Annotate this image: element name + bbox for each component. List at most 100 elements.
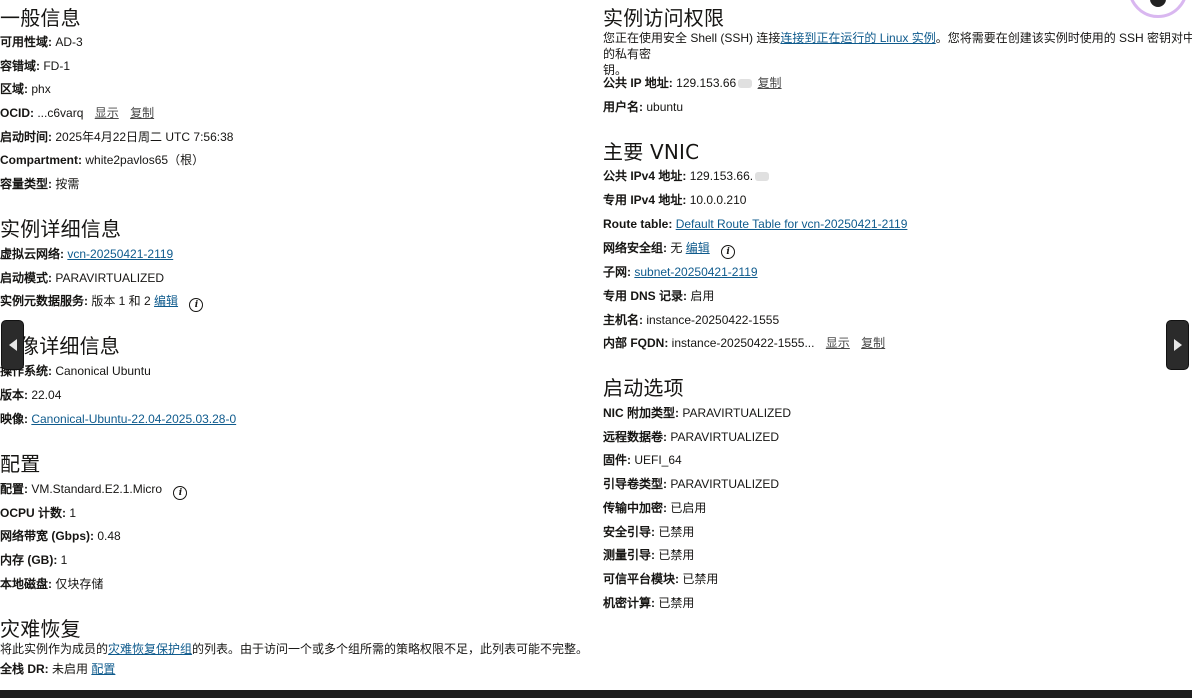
fault-domain-label: 容错域:: [0, 59, 40, 73]
os-value: Canonical Ubuntu: [55, 364, 151, 378]
bandwidth-row: 网络带宽 (Gbps): 0.48: [0, 528, 121, 544]
private-dns-label: 专用 DNS 记录:: [603, 289, 688, 303]
nic-attachment-value: PARAVIRTUALIZED: [682, 406, 792, 420]
nsg-value: 无: [670, 241, 683, 255]
shape-row: 配置: VM.Standard.E2.1.Micro i: [0, 481, 188, 500]
vcn-link[interactable]: vcn-20250421-2119: [67, 247, 173, 261]
fsdr-row: 全栈 DR: 未启用 配置: [0, 661, 115, 677]
info-icon[interactable]: i: [721, 245, 736, 259]
fqdn-row: 内部 FQDN: instance-20250422-1555... 显示 复制: [603, 335, 885, 351]
private-ipv4-value: 10.0.0.210: [689, 193, 747, 207]
nsg-label: 网络安全组:: [603, 241, 667, 255]
memory-row: 内存 (GB): 1: [0, 552, 67, 568]
availability-domain-row: 可用性域: AD-3: [0, 34, 83, 50]
public-ipv4-row: 公共 IPv4 地址: 129.153.66.: [603, 168, 771, 184]
metadata-service-row: 实例元数据服务: 版本 1 和 2 编辑 i: [0, 293, 204, 312]
measured-boot-label: 测量引导:: [603, 548, 655, 562]
public-ip-row: 公共 IP 地址: 129.153.66 复制: [603, 75, 782, 91]
private-ipv4-row: 专用 IPv4 地址: 10.0.0.210: [603, 192, 746, 208]
capacity-value: 按需: [55, 177, 80, 191]
launched-value: 2025年4月22日周二 UTC 7:56:38: [55, 130, 234, 144]
fault-domain-row: 容错域: FD-1: [0, 58, 70, 74]
tpm-label: 可信平台模块:: [603, 572, 679, 586]
ocid-row: OCID: ...c6varq 显示 复制: [0, 105, 154, 121]
primary-vnic-heading: 主要 VNIC: [603, 140, 700, 164]
fault-domain-value: FD-1: [43, 59, 71, 73]
dr-protection-group-link[interactable]: 灾难恢复保护组: [108, 642, 192, 656]
shape-label: 配置:: [0, 482, 28, 496]
boot-volume-label: 引导卷类型:: [603, 477, 667, 491]
bandwidth-value: 0.48: [97, 529, 121, 543]
vcn-label: 虚拟云网络:: [0, 247, 64, 261]
metadata-service-label: 实例元数据服务:: [0, 294, 88, 308]
ocid-copy-link[interactable]: 复制: [130, 106, 154, 120]
private-ipv4-label: 专用 IPv4 地址:: [603, 193, 687, 207]
ocid-show-link[interactable]: 显示: [95, 106, 119, 120]
compartment-value: white2pavlos65（根）: [85, 153, 205, 167]
subnet-label: 子网:: [603, 265, 631, 279]
secure-boot-label: 安全引导:: [603, 525, 655, 539]
dr-description: 将此实例作为成员的灾难恢复保护组的列表。由于访问一个或多个组所需的策略权限不足，…: [0, 641, 588, 657]
boot-volume-value: PARAVIRTUALIZED: [670, 477, 780, 491]
availability-domain-label: 可用性域:: [0, 35, 52, 49]
next-button[interactable]: [1166, 320, 1189, 370]
info-icon[interactable]: i: [189, 298, 204, 312]
private-dns-value: 启用: [690, 289, 715, 303]
in-transit-value: 已启用: [670, 501, 707, 515]
tpm-value: 已禁用: [682, 572, 719, 586]
fqdn-value: instance-20250422-1555...: [671, 336, 815, 350]
image-row: 映像: Canonical-Ubuntu-22.04-2025.03.28-0: [0, 411, 236, 427]
ocpu-value: 1: [69, 506, 77, 520]
route-table-row: Route table: Default Route Table for vcn…: [603, 216, 907, 232]
subnet-link[interactable]: subnet-20250421-2119: [634, 265, 757, 279]
subnet-row: 子网: subnet-20250421-2119: [603, 264, 758, 280]
fsdr-label: 全栈 DR:: [0, 662, 49, 676]
metadata-edit-link[interactable]: 编辑: [154, 294, 178, 308]
username-value: ubuntu: [646, 100, 684, 114]
private-dns-row: 专用 DNS 记录: 启用: [603, 288, 714, 304]
confidential-computing-value: 已禁用: [658, 596, 695, 610]
username-row: 用户名: ubuntu: [603, 99, 683, 115]
instance-details-heading: 实例详细信息: [0, 217, 122, 241]
fsdr-config-link[interactable]: 配置: [91, 662, 115, 676]
image-details-heading: 像详细信息: [19, 334, 120, 358]
fsdr-value: 未启用: [52, 662, 89, 676]
public-ip-value: 129.153.66: [676, 76, 737, 90]
memory-value: 1: [60, 553, 68, 567]
fqdn-label: 内部 FQDN:: [603, 336, 669, 350]
fqdn-copy-link[interactable]: 复制: [861, 336, 885, 350]
bandwidth-label: 网络带宽 (Gbps):: [0, 529, 94, 543]
hostname-value: instance-20250422-1555: [646, 313, 780, 327]
ocpu-label: OCPU 计数:: [0, 506, 67, 520]
nsg-edit-link[interactable]: 编辑: [686, 241, 710, 255]
launch-mode-value: PARAVIRTUALIZED: [55, 271, 165, 285]
image-link[interactable]: Canonical-Ubuntu-22.04-2025.03.28-0: [31, 412, 236, 426]
info-icon[interactable]: i: [173, 486, 188, 500]
vcn-row: 虚拟云网络: vcn-20250421-2119: [0, 246, 173, 262]
public-ip-copy-link[interactable]: 复制: [758, 76, 782, 90]
ocid-label: OCID:: [0, 106, 34, 120]
assistant-badge[interactable]: [1128, 0, 1188, 18]
shape-heading: 配置: [0, 452, 41, 476]
version-label: 版本:: [0, 388, 28, 402]
public-ipv4-label: 公共 IPv4 地址:: [603, 169, 687, 183]
measured-boot-value: 已禁用: [658, 548, 695, 562]
connect-linux-instance-link[interactable]: 连接到正在运行的 Linux 实例: [780, 31, 935, 45]
chevron-right-icon: [1173, 339, 1182, 351]
access-description: 您正在使用安全 Shell (SSH) 连接连接到正在运行的 Linux 实例。…: [603, 30, 1192, 78]
route-table-label: Route table:: [603, 217, 673, 231]
previous-button[interactable]: [1, 320, 24, 370]
fqdn-show-link[interactable]: 显示: [826, 336, 850, 350]
launched-label: 启动时间:: [0, 130, 52, 144]
public-ipv4-value: 129.153.66.: [689, 169, 754, 183]
region-value: phx: [31, 82, 51, 96]
remote-volume-label: 远程数据卷:: [603, 430, 667, 444]
dr-desc-text: 将此实例作为成员的: [0, 642, 109, 656]
remote-volume-value: PARAVIRTUALIZED: [670, 430, 780, 444]
confidential-computing-row: 机密计算: 已禁用: [603, 595, 694, 611]
route-table-link[interactable]: Default Route Table for vcn-20250421-211…: [676, 217, 908, 231]
local-disk-label: 本地磁盘:: [0, 577, 52, 591]
bottom-bar: [0, 690, 1192, 698]
instance-access-heading: 实例访问权限: [603, 6, 725, 30]
nic-attachment-label: NIC 附加类型:: [603, 406, 679, 420]
